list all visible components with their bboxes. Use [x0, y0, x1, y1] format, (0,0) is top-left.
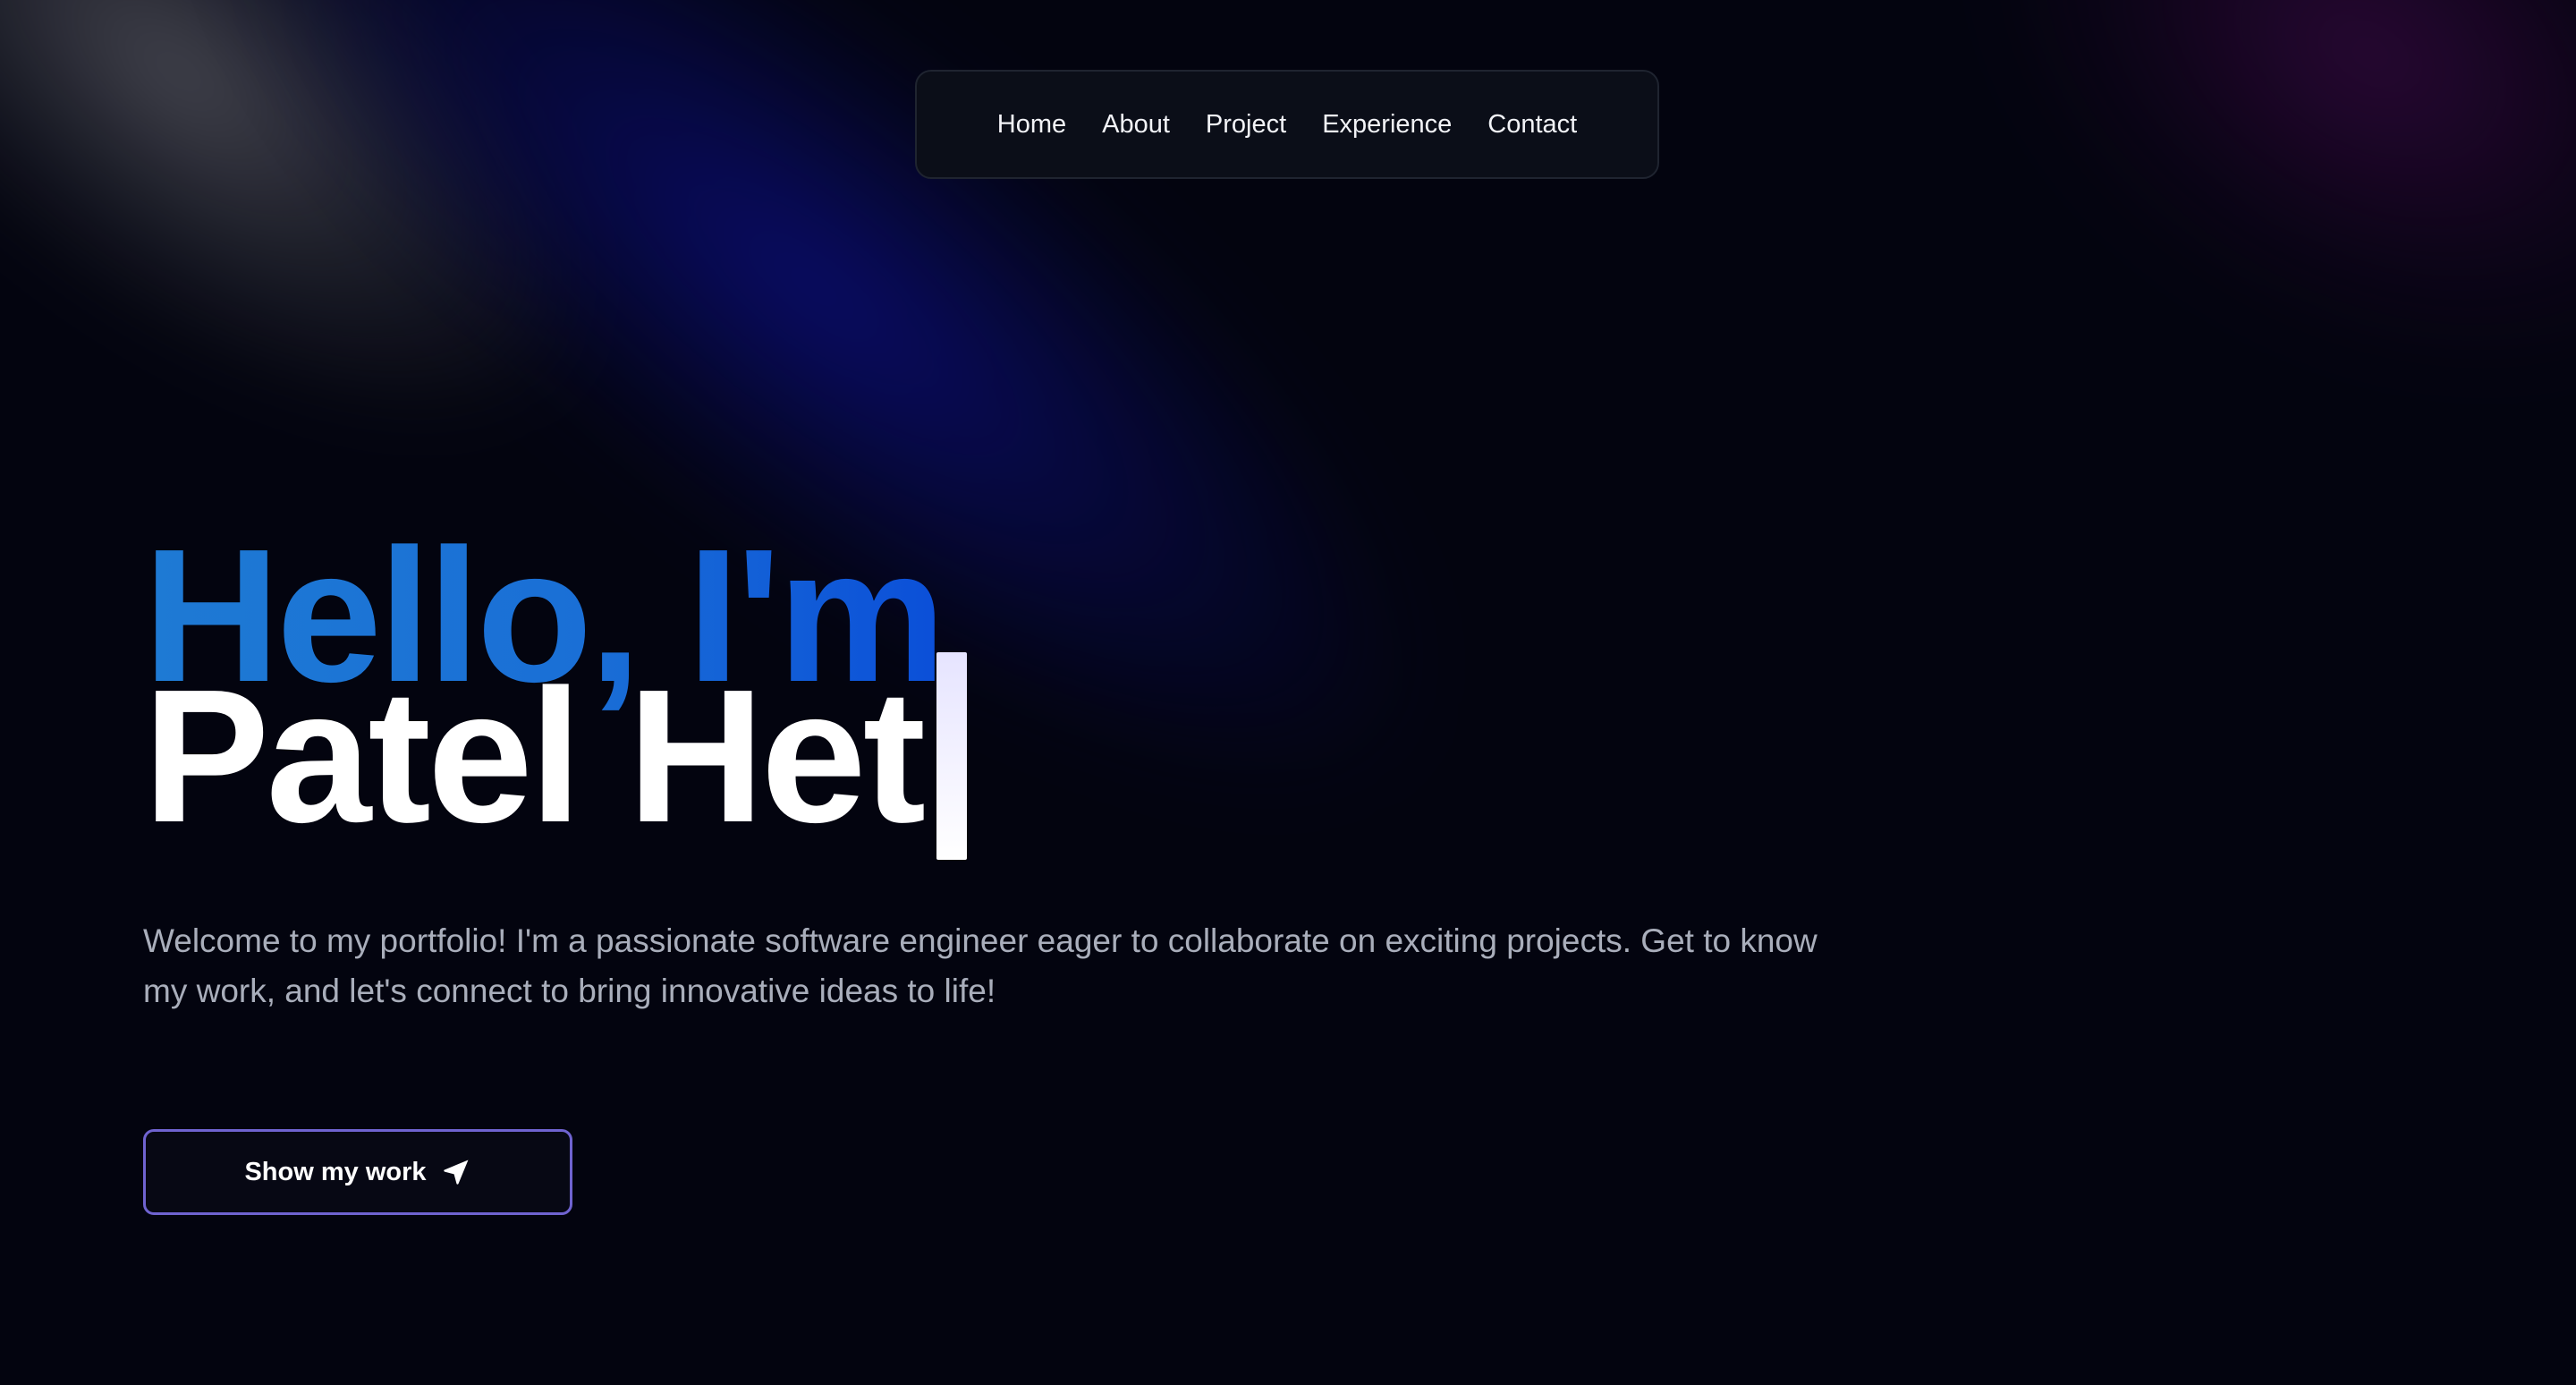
send-icon	[441, 1157, 471, 1187]
nav-link-contact[interactable]: Contact	[1487, 110, 1577, 140]
show-my-work-label: Show my work	[244, 1157, 427, 1186]
nav-link-project[interactable]: Project	[1206, 110, 1286, 140]
nav-link-experience[interactable]: Experience	[1322, 110, 1452, 140]
background-glow-purple	[1887, 0, 2576, 488]
nav-link-home[interactable]: Home	[997, 110, 1066, 140]
hero-name-line: Patel Het	[143, 650, 968, 862]
typing-cursor	[936, 652, 968, 860]
navbar: Home About Project Experience Contact	[915, 70, 1659, 179]
portfolio-page: Home About Project Experience Contact He…	[0, 0, 2576, 1385]
show-my-work-button[interactable]: Show my work	[143, 1129, 572, 1215]
hero-intro-text: Welcome to my portfolio! I'm a passionat…	[143, 922, 1818, 1009]
nav-link-about[interactable]: About	[1102, 110, 1170, 140]
hero-name: Patel Het	[143, 650, 926, 862]
